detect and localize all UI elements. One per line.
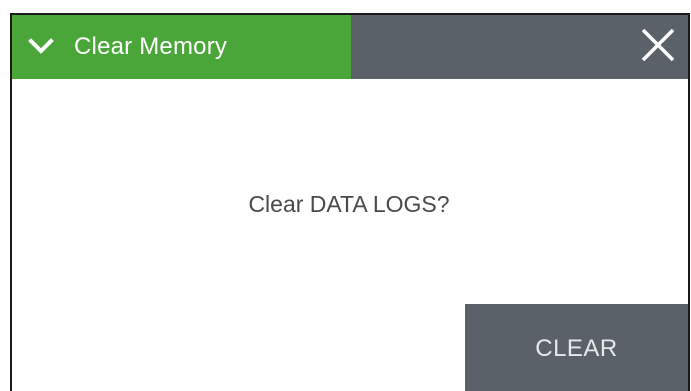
close-icon bbox=[640, 27, 676, 68]
clear-button[interactable]: CLEAR bbox=[465, 304, 688, 391]
confirmation-message: Clear DATA LOGS? bbox=[248, 191, 450, 217]
clear-memory-dialog: Clear Memory Clear DATA LOGS? CLEAR bbox=[10, 13, 690, 391]
dialog-title-tab[interactable]: Clear Memory bbox=[12, 15, 351, 79]
close-button[interactable] bbox=[630, 15, 686, 79]
dialog-header: Clear Memory bbox=[12, 15, 688, 79]
screen: Clear Memory Clear DATA LOGS? CLEAR bbox=[0, 0, 691, 391]
dialog-title: Clear Memory bbox=[74, 33, 228, 60]
chevron-down-icon[interactable] bbox=[28, 34, 54, 60]
